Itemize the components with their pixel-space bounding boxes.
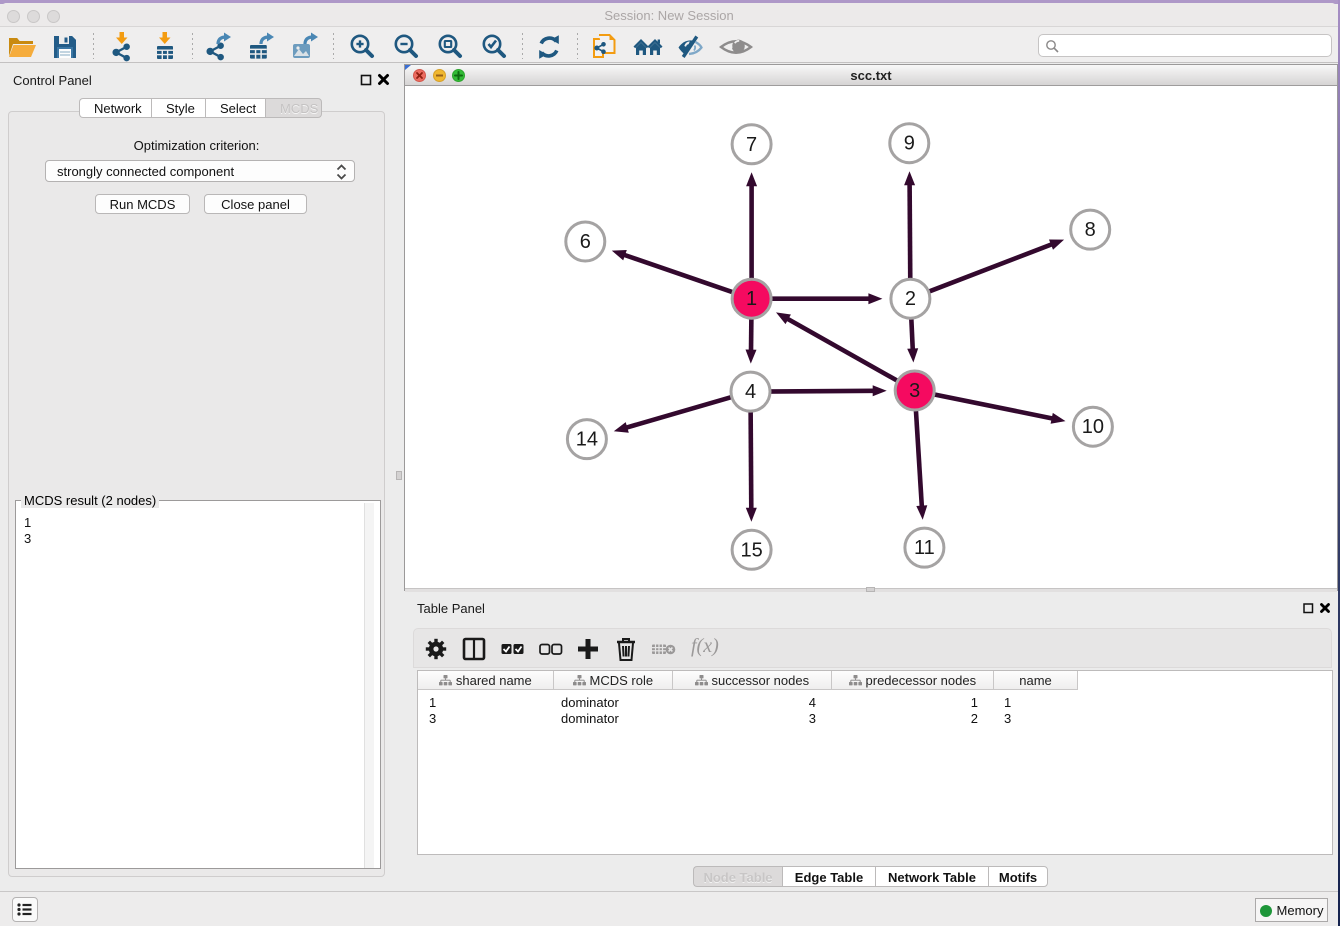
svg-text:11: 11 bbox=[914, 537, 935, 559]
svg-text:8: 8 bbox=[1085, 219, 1096, 241]
svg-text:6: 6 bbox=[580, 231, 591, 253]
svg-text:4: 4 bbox=[745, 381, 756, 403]
svg-text:15: 15 bbox=[740, 539, 762, 561]
svg-text:14: 14 bbox=[576, 429, 598, 451]
svg-text:10: 10 bbox=[1082, 416, 1104, 438]
svg-text:3: 3 bbox=[909, 380, 920, 402]
svg-text:9: 9 bbox=[904, 133, 915, 155]
svg-text:2: 2 bbox=[905, 288, 916, 310]
svg-text:1: 1 bbox=[746, 288, 757, 310]
svg-text:7: 7 bbox=[746, 134, 757, 156]
